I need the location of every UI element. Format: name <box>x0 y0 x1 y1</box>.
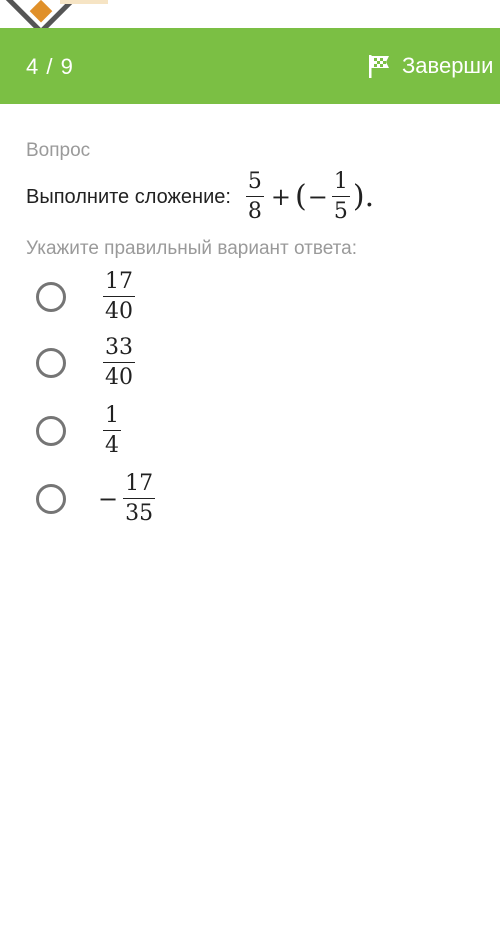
app-logo-icon <box>2 0 80 28</box>
answer-option-4[interactable]: − 17 35 <box>36 468 158 530</box>
fraction: 33 40 <box>103 337 135 389</box>
option-denominator: 35 <box>125 501 154 526</box>
fraction: 17 40 <box>103 271 135 323</box>
option-fraction: 1 4 <box>98 405 124 457</box>
option-fraction: − 17 35 <box>98 473 158 525</box>
finish-button[interactable]: Заверши <box>366 48 493 84</box>
answer-option-3[interactable]: 1 4 <box>36 400 124 462</box>
section-label: Вопрос <box>26 140 91 161</box>
checkered-flag-icon <box>369 55 389 78</box>
radio-button[interactable] <box>36 484 66 514</box>
option-numerator: 33 <box>103 337 135 363</box>
finish-label: Заверши <box>402 53 494 78</box>
answer-instruction: Укажите правильный вариант ответа: <box>26 238 357 259</box>
answer-option-2[interactable]: 33 40 <box>36 332 138 394</box>
option-numerator: 17 <box>103 271 135 297</box>
answer-option-1[interactable]: 17 40 <box>36 266 138 328</box>
minus-sign: − <box>307 183 328 211</box>
option-fraction: 33 40 <box>98 337 138 389</box>
plus-sign: + <box>270 183 292 211</box>
fraction: 1 4 <box>103 405 121 457</box>
quiz-header: 4 / 9 Заверши <box>0 28 500 104</box>
question-expression: 5 8 + ( − 1 5 ). <box>243 171 374 223</box>
question-counter: 4 / 9 <box>26 54 74 79</box>
option-sign: − <box>98 485 119 513</box>
radio-button[interactable] <box>36 416 66 446</box>
fraction-b-numerator: 1 <box>331 171 350 197</box>
option-denominator: 40 <box>105 299 133 324</box>
question-text: Выполните сложение: 5 8 + ( − 1 5 ). <box>26 162 374 232</box>
option-denominator: 4 <box>105 433 119 458</box>
fraction-b-denominator: 5 <box>333 199 348 224</box>
fraction-b: 1 5 <box>331 171 350 224</box>
close-paren: ). <box>352 179 375 214</box>
radio-button[interactable] <box>36 282 66 312</box>
question-prompt: Выполните сложение: <box>26 185 231 208</box>
option-denominator: 40 <box>105 365 133 390</box>
option-numerator: 17 <box>123 473 156 499</box>
app-top-strip <box>0 0 500 28</box>
option-numerator: 1 <box>103 405 121 431</box>
radio-button[interactable] <box>36 348 66 378</box>
fraction: 17 35 <box>123 473 156 526</box>
fraction-a-denominator: 8 <box>247 199 262 224</box>
fraction-a: 5 8 <box>245 171 264 224</box>
open-paren: ( <box>295 179 307 214</box>
option-fraction: 17 40 <box>98 271 138 323</box>
fraction-a-numerator: 5 <box>245 171 264 197</box>
logo-accent-bar <box>60 0 108 4</box>
